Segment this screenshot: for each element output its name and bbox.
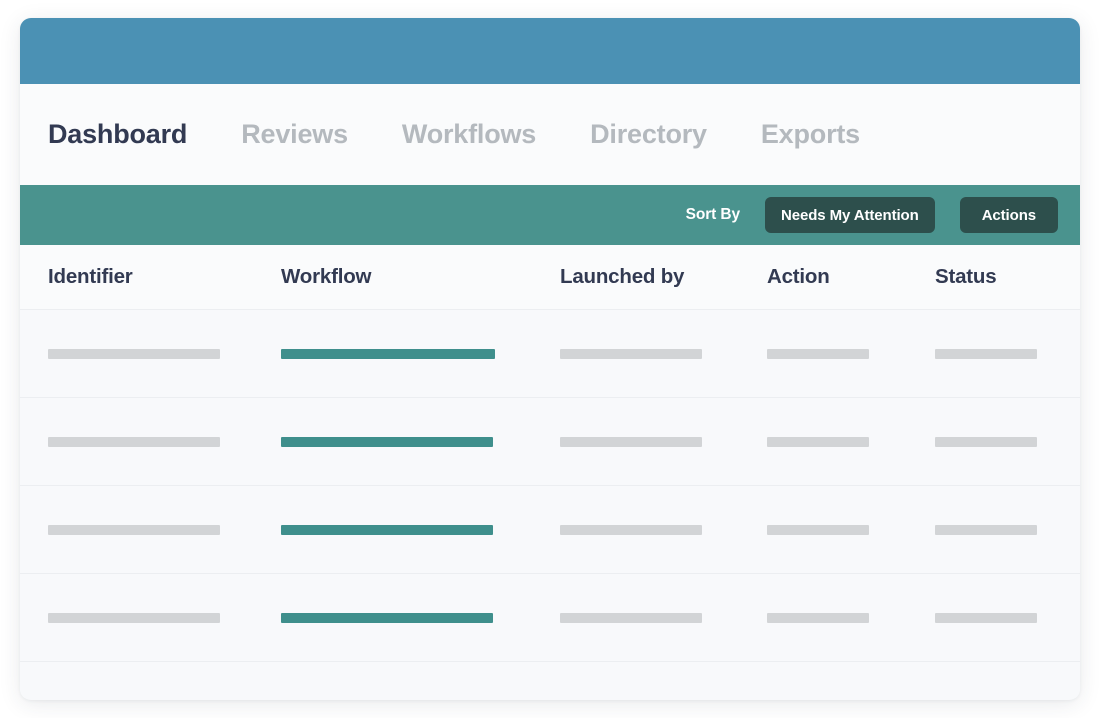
skeleton-bar-status [935,612,1037,623]
column-header-status[interactable]: Status [935,265,1080,289]
primary-nav: Dashboard Reviews Workflows Directory Ex… [20,84,1080,185]
skeleton-bar-action [767,348,869,359]
skeleton-bar-launched-by [560,524,702,535]
cell-identifier [48,436,281,447]
skeleton-bar-workflow [281,436,493,447]
cell-launched-by [560,436,767,447]
table-row[interactable] [20,486,1080,574]
cell-launched-by [560,348,767,359]
cell-action [767,348,935,359]
tab-dashboard[interactable]: Dashboard [48,121,187,148]
needs-my-attention-button[interactable]: Needs My Attention [765,197,935,233]
workflow-table: Identifier Workflow Launched by Action S… [20,245,1080,698]
tab-reviews-label: Reviews [241,119,348,149]
column-header-workflow[interactable]: Workflow [281,265,560,289]
column-header-identifier[interactable]: Identifier [48,265,281,289]
table-footer-strip [20,662,1080,698]
cell-action [767,436,935,447]
tab-exports[interactable]: Exports [761,121,860,148]
skeleton-bar-workflow [281,612,493,623]
cell-workflow [281,436,560,447]
cell-launched-by [560,524,767,535]
cell-action [767,612,935,623]
cell-workflow [281,348,560,359]
tab-workflows-label: Workflows [401,119,537,149]
brand-header-bar [20,18,1080,84]
skeleton-bar-action [767,612,869,623]
skeleton-bar-launched-by [560,436,702,447]
tab-dashboard-label: Dashboard [48,119,188,149]
table-row[interactable] [20,574,1080,662]
skeleton-bar-identifier [48,612,220,623]
action-toolbar: Sort By Needs My Attention Actions [20,185,1080,245]
skeleton-bar-action [767,436,869,447]
table-header-row: Identifier Workflow Launched by Action S… [20,245,1080,310]
table-row[interactable] [20,310,1080,398]
screen: Dashboard Reviews Workflows Directory Ex… [0,0,1100,718]
cell-status [935,612,1080,623]
actions-button[interactable]: Actions [959,197,1058,233]
skeleton-bar-action [767,524,869,535]
skeleton-bar-identifier [48,436,220,447]
cell-identifier [48,524,281,535]
skeleton-bar-identifier [48,348,220,359]
skeleton-bar-launched-by [560,348,702,359]
cell-identifier [48,612,281,623]
cell-action [767,524,935,535]
cell-identifier [48,348,281,359]
cell-status [935,348,1080,359]
tab-reviews[interactable]: Reviews [241,121,348,148]
dashboard-card: Dashboard Reviews Workflows Directory Ex… [20,18,1080,700]
sort-by-label[interactable]: Sort By [686,206,741,224]
column-header-launched-by[interactable]: Launched by [560,265,767,289]
tab-directory[interactable]: Directory [590,121,707,148]
table-row[interactable] [20,398,1080,486]
skeleton-bar-workflow [281,524,493,535]
cell-workflow [281,524,560,535]
tab-directory-label: Directory [590,119,707,149]
cell-launched-by [560,612,767,623]
tab-exports-label: Exports [760,119,860,149]
column-header-action[interactable]: Action [767,265,935,289]
cell-status [935,436,1080,447]
skeleton-bar-status [935,348,1037,359]
cell-workflow [281,612,560,623]
cell-status [935,524,1080,535]
skeleton-bar-status [935,436,1037,447]
skeleton-bar-identifier [48,524,220,535]
skeleton-bar-status [935,524,1037,535]
skeleton-bar-launched-by [560,612,702,623]
skeleton-bar-workflow [281,348,495,359]
tab-workflows[interactable]: Workflows [402,121,536,148]
